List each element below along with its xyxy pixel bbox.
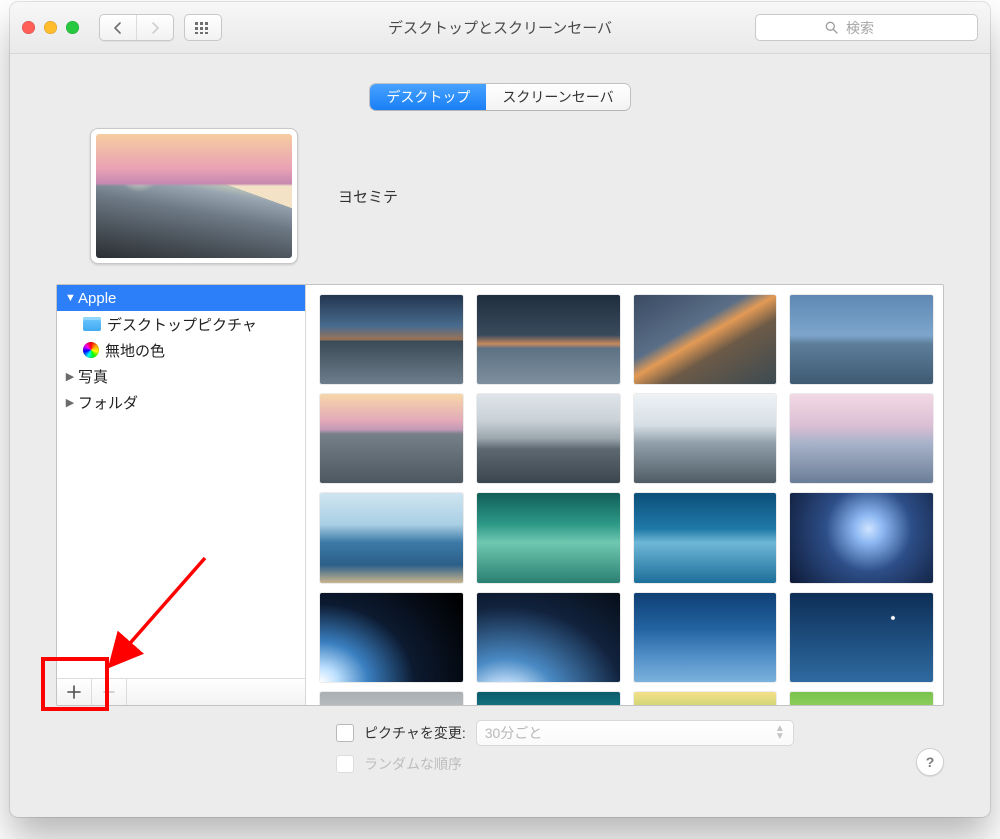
help-button[interactable]: ? xyxy=(916,748,944,776)
wallpaper-thumb[interactable] xyxy=(790,593,933,682)
change-picture-label: ピクチャを変更: xyxy=(364,723,466,743)
folder-icon xyxy=(83,317,101,331)
wallpaper-thumb[interactable] xyxy=(477,493,620,582)
source-and-thumbnails: ▼Apple デスクトップピクチャ 無地の色 ▶写真 ▶フォルダ xyxy=(56,284,944,706)
plus-icon xyxy=(67,685,81,699)
wallpaper-thumb[interactable] xyxy=(477,593,620,682)
random-order-label: ランダムな順序 xyxy=(364,754,462,774)
change-picture-row: ピクチャを変更: 30分ごと ▲▼ xyxy=(336,720,944,746)
change-interval-select[interactable]: 30分ごと ▲▼ xyxy=(476,720,794,746)
wallpaper-thumb[interactable] xyxy=(790,295,933,384)
remove-folder-button[interactable] xyxy=(92,679,127,705)
wallpaper-thumb[interactable] xyxy=(634,295,777,384)
wallpaper-thumb[interactable] xyxy=(790,394,933,483)
wallpaper-thumb[interactable] xyxy=(320,692,463,705)
wallpaper-thumb[interactable] xyxy=(634,493,777,582)
wallpaper-thumb[interactable] xyxy=(320,593,463,682)
tree-label: 無地の色 xyxy=(105,340,165,361)
preferences-window: デスクトップとスクリーンセーバ デスクトップ スクリーンセーバ ヨセミテ ▼Ap… xyxy=(10,2,990,817)
select-value: 30分ごと xyxy=(485,723,543,743)
wallpaper-thumb[interactable] xyxy=(634,593,777,682)
show-all-button[interactable] xyxy=(184,14,222,41)
source-tree: ▼Apple デスクトップピクチャ 無地の色 ▶写真 ▶フォルダ xyxy=(57,285,305,678)
nav-back-forward xyxy=(99,14,174,41)
sidebar-footer-spacer xyxy=(127,679,305,705)
wallpaper-grid xyxy=(320,295,933,705)
random-order-checkbox xyxy=(336,755,354,773)
close-button[interactable] xyxy=(22,21,35,34)
search-icon xyxy=(825,21,838,34)
tree-label: フォルダ xyxy=(78,392,138,413)
tab-screensaver[interactable]: スクリーンセーバ xyxy=(486,84,629,110)
tab-desktop[interactable]: デスクトップ xyxy=(370,84,486,110)
window-controls xyxy=(22,21,79,34)
zoom-button[interactable] xyxy=(66,21,79,34)
wallpaper-image-yosemite xyxy=(96,134,292,258)
back-button[interactable] xyxy=(100,15,137,40)
current-wallpaper-preview xyxy=(90,128,298,264)
wallpaper-grid-area xyxy=(306,285,943,705)
chevron-updown-icon: ▲▼ xyxy=(775,725,785,741)
random-order-row: ランダムな順序 xyxy=(336,754,944,774)
change-picture-checkbox[interactable] xyxy=(336,724,354,742)
colorwheel-icon xyxy=(83,342,99,358)
titlebar: デスクトップとスクリーンセーバ xyxy=(10,2,990,54)
wallpaper-thumb[interactable] xyxy=(477,295,620,384)
current-wallpaper-name: ヨセミテ xyxy=(338,186,398,207)
search-input[interactable] xyxy=(844,19,908,37)
tree-item-desktop-pictures[interactable]: デスクトップピクチャ xyxy=(57,311,305,337)
tree-item-apple[interactable]: ▼Apple xyxy=(57,285,305,311)
tree-label: デスクトップピクチャ xyxy=(107,314,257,335)
tab-switcher: デスクトップ スクリーンセーバ xyxy=(370,84,629,110)
wallpaper-thumb[interactable] xyxy=(634,394,777,483)
wallpaper-thumb[interactable] xyxy=(477,394,620,483)
wallpaper-thumb[interactable] xyxy=(477,692,620,705)
minimize-button[interactable] xyxy=(44,21,57,34)
wallpaper-thumb[interactable] xyxy=(320,295,463,384)
tree-item-solid-colors[interactable]: 無地の色 xyxy=(57,337,305,363)
wallpaper-thumb[interactable] xyxy=(320,394,463,483)
add-folder-button[interactable] xyxy=(57,679,92,705)
wallpaper-thumb[interactable] xyxy=(320,493,463,582)
tree-label: 写真 xyxy=(78,366,108,387)
sidebar-footer xyxy=(57,678,305,705)
tree-item-folders[interactable]: ▶フォルダ xyxy=(57,389,305,415)
minus-icon xyxy=(102,685,116,699)
search-field-container[interactable] xyxy=(755,14,978,41)
forward-button[interactable] xyxy=(137,15,173,40)
options-area: ピクチャを変更: 30分ごと ▲▼ ランダムな順序 ? xyxy=(56,720,944,774)
wallpaper-thumb[interactable] xyxy=(790,692,933,705)
wallpaper-thumb[interactable] xyxy=(790,493,933,582)
tree-item-photos[interactable]: ▶写真 xyxy=(57,363,305,389)
source-sidebar: ▼Apple デスクトップピクチャ 無地の色 ▶写真 ▶フォルダ xyxy=(57,285,306,705)
tree-label: Apple xyxy=(78,290,116,307)
wallpaper-thumb[interactable] xyxy=(634,692,777,705)
